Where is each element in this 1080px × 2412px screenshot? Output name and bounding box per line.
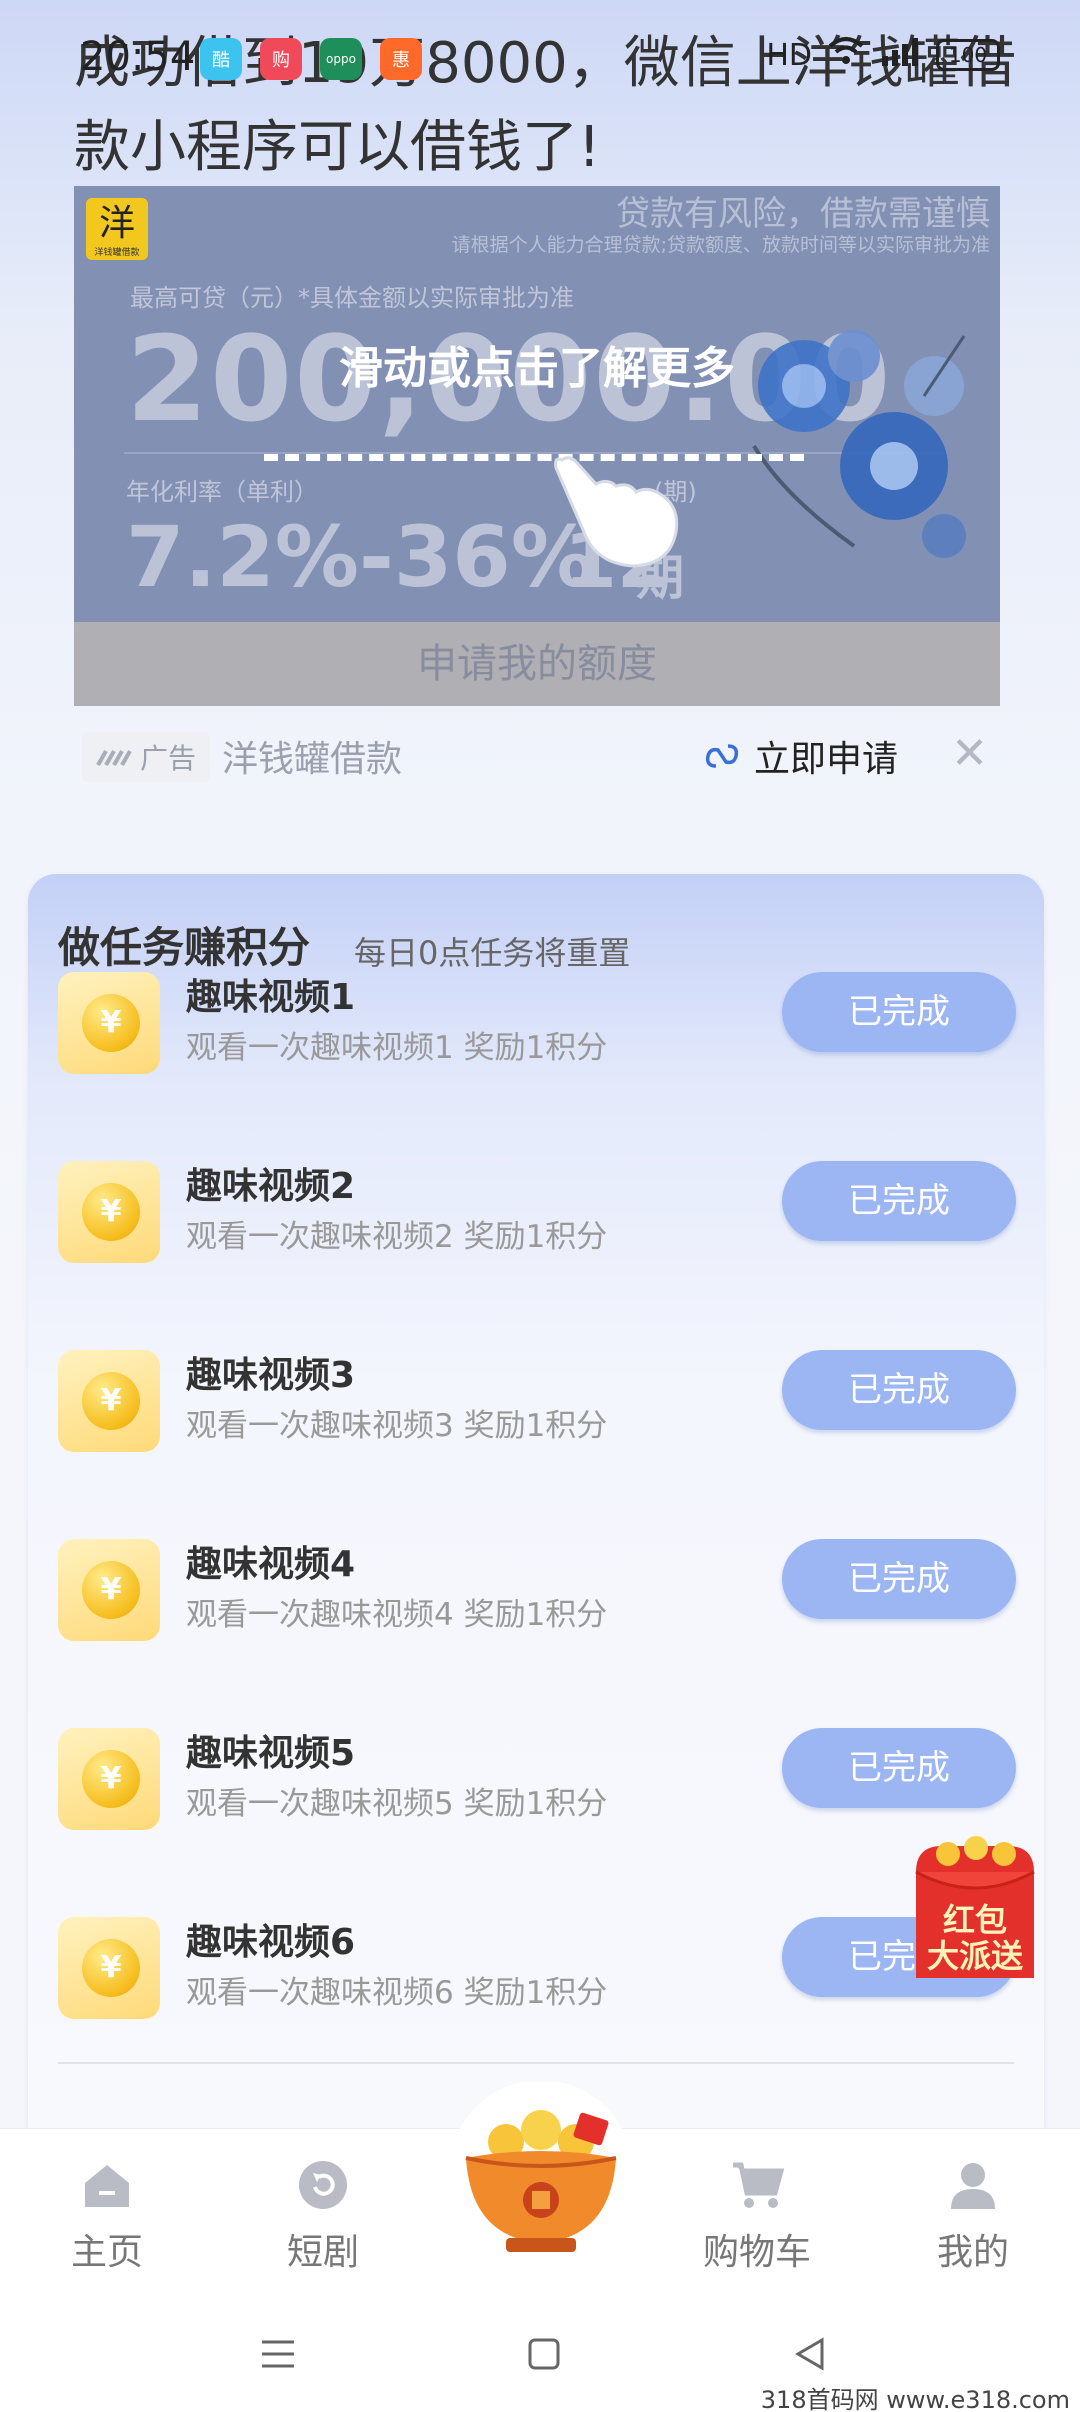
ad-risk-warning: 贷款有风险，借款需谨慎 (616, 194, 990, 234)
red-packet-line2: 大派送 (926, 1937, 1023, 1975)
oppo-app-icon: oppo (320, 38, 362, 80)
ad-label-text: 广告 (140, 742, 197, 775)
battery-icon: 100 (936, 39, 1000, 71)
task-item: ¥ 趣味视频4 观看一次趣味视频4 奖励1积分 已完成 (28, 1539, 1044, 1728)
ad-label-badge: 广告 (82, 732, 211, 782)
task-list: ¥ 趣味视频1 观看一次趣味视频1 奖励1积分 已完成 ¥ 趣味视频2 观看一次… (28, 972, 1044, 2106)
task-section-subtitle: 每日0点任务将重置 (354, 934, 631, 972)
coin-icon: ¥ (58, 1917, 160, 2019)
ad-rate-label: 年化利率（单利） (126, 478, 318, 506)
swipe-hint-line (264, 454, 804, 461)
ad-logo-char: 洋 (98, 203, 135, 244)
nav-item-mine[interactable]: 我的 (898, 2157, 1048, 2275)
discount-app-icon: 惠 (380, 38, 422, 80)
nav-label: 购物车 (702, 2232, 811, 2273)
nav-item-cart[interactable]: 购物车 (682, 2157, 832, 2275)
apply-quota-bar[interactable]: 申请我的额度 (74, 622, 1000, 706)
apply-now-link[interactable]: 立即申请 (702, 730, 898, 782)
refresh-icon (299, 2161, 347, 2209)
ad-limit-label: 最高可贷（元）*具体金额以实际审批为准 (130, 284, 574, 312)
status-time: 20:54 (80, 34, 196, 80)
back-triangle-icon[interactable] (780, 2324, 840, 2384)
coin-icon: ¥ (58, 1539, 160, 1641)
wifi-icon (828, 36, 864, 74)
app-notification-icon: 酷 (200, 38, 242, 80)
status-indicators: HD 100 (766, 36, 1000, 74)
ad-source-name: 洋钱罐借款 (222, 739, 403, 780)
nav-label: 短剧 (286, 2232, 359, 2273)
center-treasure-button[interactable] (436, 2080, 646, 2264)
task-section-title: 做任务赚积分 (58, 923, 311, 972)
coin-icon: ¥ (58, 1728, 160, 1830)
task-description: 观看一次趣味视频1 奖励1积分 (186, 1030, 608, 1066)
task-completed-button[interactable]: 已完成 (782, 1539, 1016, 1619)
mini-program-link-icon (705, 744, 739, 768)
task-name: 趣味视频6 (186, 1922, 356, 1963)
task-completed-button[interactable]: 已完成 (782, 1350, 1016, 1430)
task-item: ¥ 趣味视频1 观看一次趣味视频1 奖励1积分 已完成 (28, 972, 1044, 1161)
user-icon (951, 2163, 995, 2209)
task-item: ¥ 趣味视频6 观看一次趣味视频6 奖励1积分 已完成 (28, 1917, 1044, 2106)
task-item: ¥ 趣味视频3 观看一次趣味视频3 奖励1积分 已完成 (28, 1350, 1044, 1539)
hand-pointer-icon (554, 456, 679, 568)
nav-item-short-drama[interactable]: 短剧 (248, 2157, 398, 2275)
status-app-icons: 酷 购 oppo 惠 (200, 38, 422, 80)
task-name: 趣味视频1 (186, 977, 356, 1018)
nav-label: 我的 (936, 2232, 1009, 2273)
task-completed-button[interactable]: 已完成 (782, 1728, 1016, 1808)
nav-item-home[interactable]: 主页 (32, 2157, 182, 2275)
nav-label: 主页 (70, 2232, 143, 2273)
cart-icon (733, 2162, 785, 2208)
ad-logo-caption: 洋钱罐借款 (94, 248, 140, 258)
task-name: 趣味视频3 (186, 1355, 356, 1396)
swipe-hint-text: 滑动或点击了解更多 (339, 343, 735, 394)
coin-icon: ¥ (58, 1350, 160, 1452)
task-description: 观看一次趣味视频6 奖励1积分 (186, 1975, 608, 2011)
ad-risk-note: 请根据个人能力合理贷款;贷款额度、放款时间等以实际审批为准 (451, 234, 990, 256)
task-description: 观看一次趣味视频3 奖励1积分 (186, 1408, 608, 1444)
coin-icon: ¥ (58, 972, 160, 1074)
hd-network-icon: HD (766, 37, 812, 73)
task-list-divider (58, 2062, 1014, 2064)
red-packet-float[interactable]: 红包 大派送 (908, 1832, 1042, 1982)
task-name: 趣味视频5 (186, 1733, 356, 1774)
treasure-bowl-icon (449, 2080, 633, 2264)
task-description: 观看一次趣味视频4 奖励1积分 (186, 1597, 608, 1633)
task-item: ¥ 趣味视频5 观看一次趣味视频5 奖励1积分 已完成 (28, 1728, 1044, 1917)
ad-brand-logo: 洋 洋钱罐借款 (86, 198, 148, 260)
signal-icon (880, 36, 920, 74)
task-card: 做任务赚积分 每日0点任务将重置 ¥ 趣味视频1 观看一次趣味视频1 奖励1积分… (28, 874, 1044, 2154)
home-square-icon[interactable] (514, 2324, 574, 2384)
ad-footer: 广告 洋钱罐借款 立即申请 ✕ (74, 720, 1000, 792)
ad-network-icon (96, 750, 132, 766)
shopping-app-icon: 购 (260, 38, 302, 80)
task-completed-button[interactable]: 已完成 (782, 1161, 1016, 1241)
loan-ad-banner[interactable]: 洋 洋钱罐借款 贷款有风险，借款需谨慎 请根据个人能力合理贷款;贷款额度、放款时… (74, 186, 1000, 706)
ad-interest-rate: 7.2%-36% (126, 508, 595, 606)
task-description: 观看一次趣味视频5 奖励1积分 (186, 1786, 608, 1822)
home-icon (85, 2165, 129, 2207)
task-name: 趣味视频4 (186, 1544, 356, 1585)
task-name: 趣味视频2 (186, 1166, 356, 1207)
task-completed-button[interactable]: 已完成 (782, 972, 1016, 1052)
close-ad-icon[interactable]: ✕ (951, 728, 988, 779)
red-packet-line1: 红包 (942, 1901, 1007, 1939)
coin-icon: ¥ (58, 1161, 160, 1263)
task-item: ¥ 趣味视频2 观看一次趣味视频2 奖励1积分 已完成 (28, 1161, 1044, 1350)
apply-now-label: 立即申请 (754, 739, 899, 780)
site-watermark: 318首码网 www.e318.com (760, 2386, 1070, 2412)
menu-icon[interactable] (248, 2324, 308, 2384)
task-description: 观看一次趣味视频2 奖励1积分 (186, 1219, 608, 1255)
status-bar: 20:54 酷 购 oppo 惠 HD 100 (0, 30, 1080, 90)
